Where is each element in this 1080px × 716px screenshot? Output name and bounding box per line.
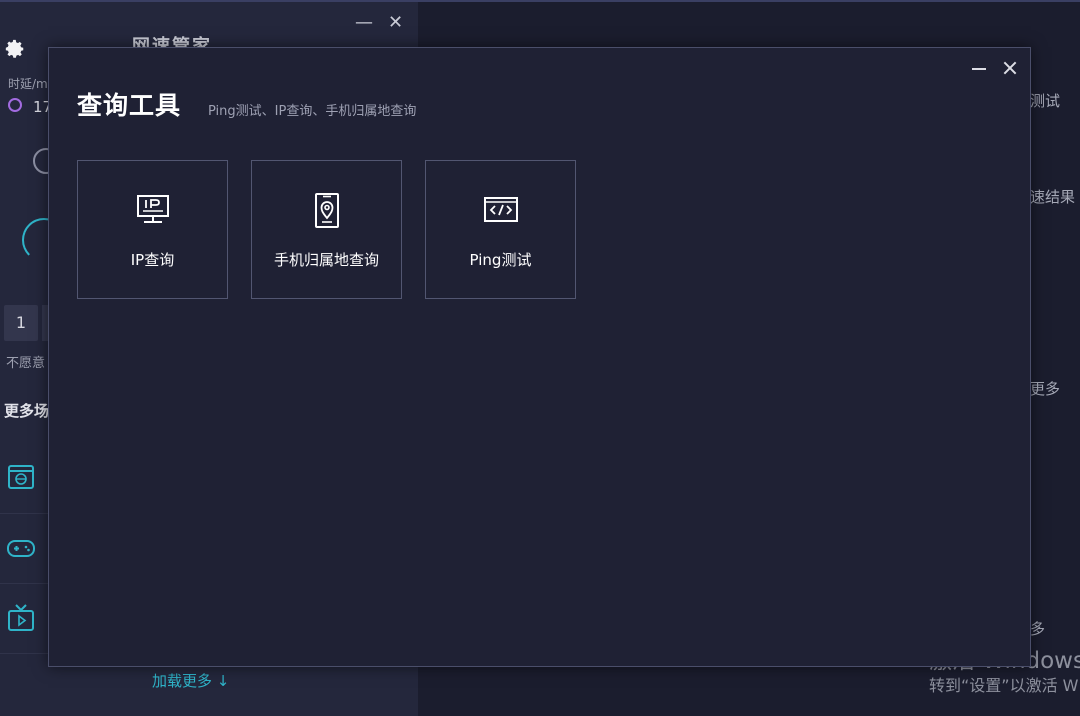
tv-icon[interactable] xyxy=(6,602,36,632)
bg-close-icon[interactable]: ✕ xyxy=(388,14,403,32)
ping-test-label: Ping测试 xyxy=(469,251,532,269)
browser-globe-icon[interactable] xyxy=(6,462,36,492)
phone-location-icon xyxy=(315,193,339,228)
bg-minimize-icon[interactable]: — xyxy=(355,14,373,32)
windows-activation-hint: 转到“设置”以激活 W xyxy=(929,676,1079,695)
ping-test-button[interactable]: Ping测试 xyxy=(425,160,576,299)
right-text-more: 更多 xyxy=(1030,380,1061,398)
latency-icon xyxy=(8,98,22,112)
ip-query-label: IP查询 xyxy=(130,251,175,269)
load-more-link[interactable]: 加载更多 ↓ xyxy=(152,670,229,691)
right-text-test: 测试 xyxy=(1030,92,1061,110)
latency-label: 时延/m xyxy=(8,77,48,91)
right-text-result: 速结果 xyxy=(1030,188,1076,206)
unwilling-text: 不愿意 xyxy=(6,356,46,371)
dialog-title: 查询工具 xyxy=(77,91,182,120)
phone-location-query-button[interactable]: 手机归属地查询 xyxy=(251,160,402,299)
number-box[interactable]: 1 xyxy=(4,305,38,341)
close-icon[interactable] xyxy=(1000,58,1020,78)
gear-icon[interactable] xyxy=(4,38,26,60)
more-heading: 更多场 xyxy=(4,402,50,420)
ip-monitor-icon xyxy=(137,195,169,223)
dialog-subtitle: Ping测试、IP查询、手机归属地查询 xyxy=(208,104,417,119)
code-window-icon xyxy=(484,197,518,222)
gamepad-icon[interactable] xyxy=(6,533,36,563)
ip-query-button[interactable]: IP查询 xyxy=(77,160,228,299)
minimize-icon[interactable] xyxy=(969,58,989,78)
right-text-more-2: 多 xyxy=(1030,620,1046,638)
phone-location-label: 手机归属地查询 xyxy=(273,251,379,269)
query-tools-dialog: 查询工具 Ping测试、IP查询、手机归属地查询 IP查询 手机归属地查询 Pi… xyxy=(48,47,1031,667)
